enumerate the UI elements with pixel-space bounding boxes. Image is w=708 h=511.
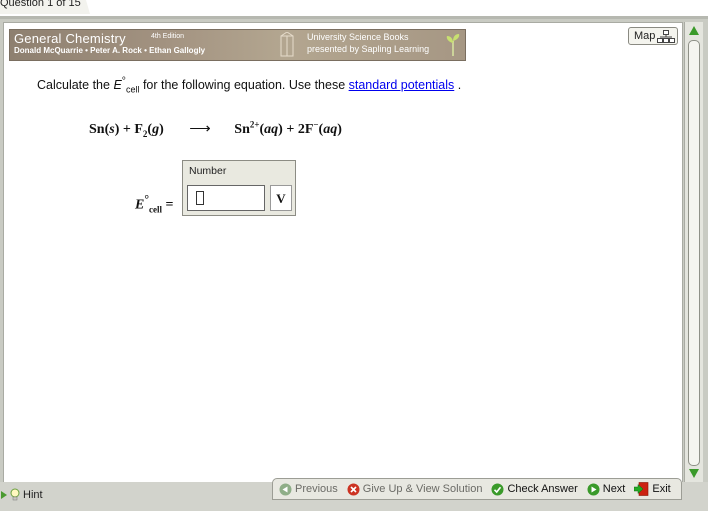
unit-label: V (270, 185, 292, 211)
ecell-sub: cell (149, 204, 163, 215)
map-button[interactable]: Map (628, 27, 678, 45)
publisher-logo-icon (280, 32, 294, 57)
product-f-charge: − (313, 119, 319, 130)
reaction-arrow: ⟶ (189, 121, 211, 137)
scroll-down-arrow-icon[interactable] (687, 466, 701, 480)
product-sn-charge: 2+ (249, 119, 260, 130)
exit-button[interactable]: Exit (634, 482, 671, 496)
next-label: Next (602, 483, 626, 495)
next-button[interactable]: Next (587, 483, 626, 496)
scrollbar-thumb[interactable] (688, 40, 700, 466)
check-answer-label: Check Answer (507, 483, 578, 495)
previous-label: Previous (295, 483, 338, 495)
exit-door-icon (634, 482, 649, 496)
exit-label: Exit (652, 483, 671, 495)
prompt-cell-sub: cell (125, 84, 140, 95)
sapling-sprout-icon (446, 34, 460, 56)
publisher-name: University Science Books (307, 32, 409, 42)
standard-potentials-link[interactable]: standard potentials (349, 78, 455, 92)
check-mark-icon (491, 483, 504, 495)
textbook-banner: General Chemistry 4th Edition Donald McQ… (9, 29, 466, 61)
reactant-sn: Sn (89, 122, 105, 137)
reactant-f2: F (134, 122, 143, 137)
product-f-coefficient: 2 (297, 122, 305, 137)
hint-button[interactable]: Hint (0, 487, 43, 503)
vertical-scrollbar[interactable] (684, 22, 703, 482)
give-up-label: Give Up & View Solution (362, 483, 483, 495)
give-up-x-icon (347, 483, 360, 495)
book-edition: 4th Edition (151, 33, 185, 40)
give-up-button[interactable]: Give Up & View Solution (347, 483, 483, 496)
prompt-suffix: . (454, 78, 462, 93)
next-arrow-icon (587, 483, 600, 495)
reaction-equation: Sn(s) + F2(g) ⟶ Sn2+(aq) + 2F−(aq) (89, 119, 342, 139)
prompt-prefix: Calculate the (37, 78, 114, 93)
hint-expand-arrow-icon (1, 491, 7, 499)
product-sn-state: aq (264, 122, 279, 137)
plus-sign: + (122, 122, 131, 137)
product-f-state: aq (323, 122, 338, 137)
scroll-up-arrow-icon[interactable] (687, 24, 701, 38)
product-sn-ion: Sn (234, 122, 250, 137)
ecell-e-symbol: E (135, 197, 145, 213)
reactant-f2-state: g (152, 122, 160, 137)
previous-arrow-icon (279, 483, 292, 495)
ecell-label: E°cell = (135, 193, 174, 214)
prompt-middle: for the following equation. Use these (139, 78, 349, 93)
reactant-sn-state: s (109, 122, 115, 137)
plus-sign: + (286, 122, 295, 137)
prompt-e-symbol: E (113, 78, 122, 93)
book-title: General Chemistry (14, 31, 126, 46)
map-tree-icon (657, 30, 675, 43)
equals-sign: = (165, 197, 174, 213)
question-counter: Question 1 of 15 (0, 0, 81, 9)
question-prompt: Calculate the E°cell for the following e… (37, 76, 461, 95)
navigation-bar: Previous Give Up & View Solution Check A… (272, 478, 682, 500)
number-label: Number (189, 165, 227, 177)
question-content-area: General Chemistry 4th Edition Donald McQ… (3, 22, 683, 484)
publisher-tagline: presented by Sapling Learning (307, 44, 430, 54)
number-answer-box: Number V (182, 160, 296, 216)
frame-top-bar (0, 16, 708, 19)
lightbulb-icon (10, 488, 20, 501)
hint-label: Hint (23, 489, 43, 501)
text-cursor (196, 191, 204, 205)
question-counter-tab: Question 1 of 15 (0, 0, 90, 14)
book-authors: Donald McQuarrie • Peter A. Rock • Ethan… (14, 46, 206, 55)
check-answer-button[interactable]: Check Answer (491, 483, 578, 496)
map-button-label: Map (634, 30, 656, 42)
reactant-f2-subscript: 2 (142, 128, 148, 139)
previous-button[interactable]: Previous (279, 483, 338, 496)
